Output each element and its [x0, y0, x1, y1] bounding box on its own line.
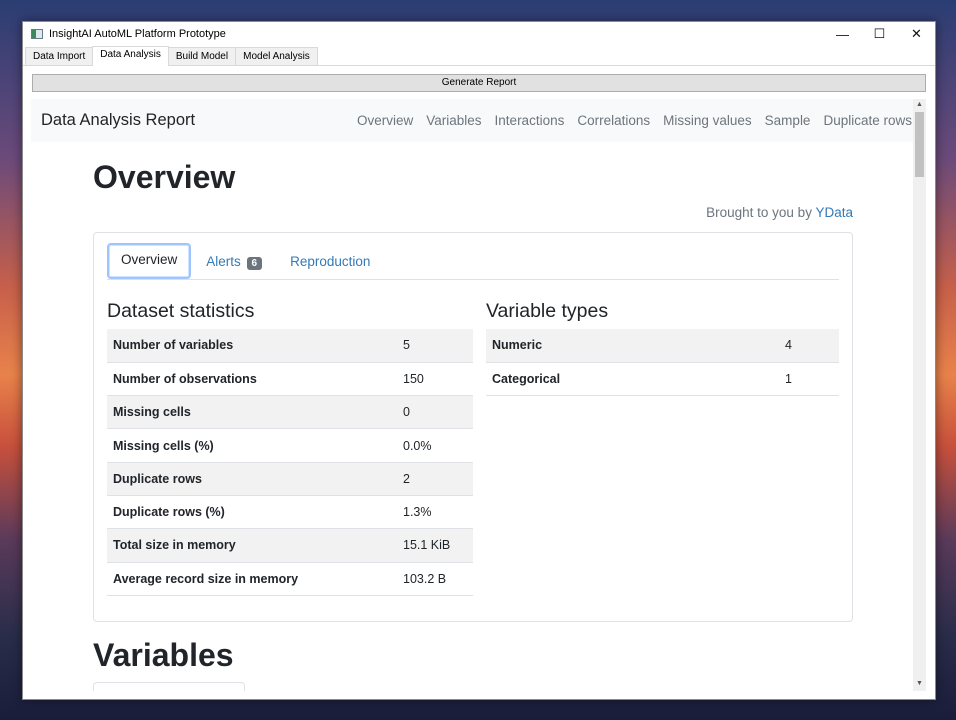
type-label: Numeric: [486, 329, 779, 363]
nav-variables[interactable]: Variables: [426, 113, 481, 128]
stat-label: Duplicate rows (%): [107, 495, 397, 530]
nav-interactions[interactable]: Interactions: [495, 113, 565, 128]
dataset-statistics-section: Dataset statistics Number of variables 5 …: [107, 300, 473, 596]
nav-correlations[interactable]: Correlations: [577, 113, 650, 128]
nav-missing-values[interactable]: Missing values: [663, 113, 752, 128]
vertical-scrollbar[interactable]: ▲ ▼: [913, 99, 926, 691]
stat-label: Missing cells (%): [107, 428, 397, 463]
report-content: Overview Brought to you by YData Overvie…: [93, 142, 853, 691]
alerts-count-badge: 6: [246, 256, 263, 270]
app-icon: [31, 29, 43, 39]
table-row: Categorical 1: [486, 362, 839, 397]
variable-select-dropdown[interactable]: [93, 682, 245, 691]
tab-data-analysis[interactable]: Data Analysis: [92, 46, 169, 66]
stat-value: 103.2 B: [397, 562, 473, 596]
variable-types-section: Variable types Numeric 4 Categorical 1: [486, 300, 839, 596]
variable-types-table: Numeric 4 Categorical 1: [486, 329, 839, 397]
main-tabbar: Data Import Data Analysis Build Model Mo…: [23, 46, 935, 66]
type-value: 1: [779, 362, 839, 397]
table-row: Number of variables 5: [107, 329, 473, 363]
title-bar: InsightAI AutoML Platform Prototype — ☐ …: [23, 22, 935, 46]
variable-types-heading: Variable types: [486, 300, 609, 322]
report-webview: Data Analysis Report Overview Variables …: [31, 99, 926, 691]
pill-alerts[interactable]: Alerts 6: [193, 246, 275, 277]
table-row: Total size in memory 15.1 KiB: [107, 528, 473, 563]
table-row: Duplicate rows (%) 1.3%: [107, 495, 473, 530]
ydata-link[interactable]: YData: [815, 205, 853, 220]
tab-data-import[interactable]: Data Import: [25, 47, 94, 65]
scrollbar-thumb[interactable]: [915, 112, 924, 177]
overview-card: Overview Alerts 6 Reproduction Dataset s…: [93, 232, 853, 622]
tab-build-model[interactable]: Build Model: [167, 47, 237, 65]
variables-heading: Variables: [93, 637, 234, 673]
pill-alerts-label: Alerts: [206, 253, 241, 269]
generate-report-button[interactable]: Generate Report: [32, 74, 926, 92]
stat-value: 15.1 KiB: [397, 528, 473, 563]
tab-model-analysis[interactable]: Model Analysis: [235, 47, 318, 65]
stat-value: 150: [397, 362, 473, 397]
report-navbar: Data Analysis Report Overview Variables …: [31, 99, 926, 142]
table-row: Missing cells 0: [107, 395, 473, 430]
stat-label: Missing cells: [107, 395, 397, 430]
app-window: InsightAI AutoML Platform Prototype — ☐ …: [22, 21, 936, 700]
dataset-statistics-table: Number of variables 5 Number of observati…: [107, 329, 473, 596]
maximize-button[interactable]: ☐: [861, 22, 898, 46]
minimize-button[interactable]: —: [824, 22, 861, 46]
brought-by: Brought to you by YData: [93, 205, 853, 220]
pill-reproduction[interactable]: Reproduction: [277, 246, 383, 277]
nav-duplicate-rows[interactable]: Duplicate rows: [823, 113, 912, 128]
stat-label: Number of observations: [107, 362, 397, 397]
stat-label: Duplicate rows: [107, 462, 397, 496]
nav-overview[interactable]: Overview: [357, 113, 413, 128]
brought-prefix: Brought to you by: [706, 205, 812, 220]
report-brand[interactable]: Data Analysis Report: [41, 111, 344, 130]
scroll-down-icon[interactable]: ▼: [916, 680, 923, 687]
overview-columns: Dataset statistics Number of variables 5 …: [107, 300, 839, 596]
table-row: Number of observations 150: [107, 362, 473, 397]
nav-sample[interactable]: Sample: [765, 113, 811, 128]
stat-value: 1.3%: [397, 495, 473, 530]
scroll-up-icon[interactable]: ▲: [916, 101, 923, 108]
stat-value: 5: [397, 329, 473, 363]
stat-label: Average record size in memory: [107, 562, 397, 596]
type-value: 4: [779, 329, 839, 363]
stat-label: Total size in memory: [107, 528, 397, 563]
dataset-statistics-heading: Dataset statistics: [107, 300, 255, 322]
stat-value: 2: [397, 462, 473, 496]
pill-overview[interactable]: Overview: [107, 243, 192, 279]
type-label: Categorical: [486, 362, 779, 397]
overview-pills: Overview Alerts 6 Reproduction: [107, 243, 839, 280]
table-row: Average record size in memory 103.2 B: [107, 562, 473, 596]
stat-value: 0.0%: [397, 428, 473, 463]
close-button[interactable]: ✕: [898, 22, 935, 46]
table-row: Missing cells (%) 0.0%: [107, 428, 473, 463]
table-row: Numeric 4: [486, 329, 839, 363]
table-row: Duplicate rows 2: [107, 462, 473, 496]
stat-value: 0: [397, 395, 473, 430]
overview-heading: Overview: [93, 159, 236, 195]
window-title: InsightAI AutoML Platform Prototype: [49, 28, 226, 40]
stat-label: Number of variables: [107, 329, 397, 363]
